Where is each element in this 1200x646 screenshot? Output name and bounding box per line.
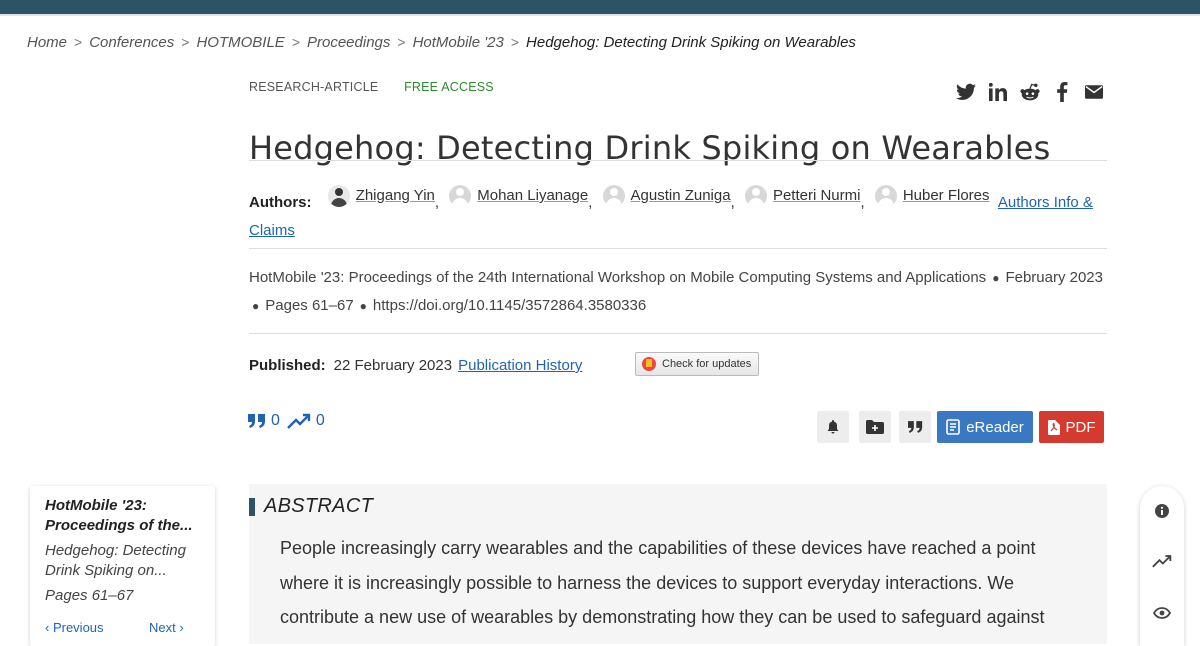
breadcrumb-conferences[interactable]: Conferences (89, 34, 174, 51)
previous-link[interactable]: ‹ Previous (45, 620, 104, 635)
linkedin-icon[interactable] (988, 82, 1008, 102)
author-name[interactable]: Huber Flores (903, 182, 990, 210)
side-tools-panel (1140, 486, 1184, 646)
breadcrumb-separator: > (181, 34, 190, 50)
bullet: ● (252, 299, 260, 313)
authors-label: Authors: (249, 194, 312, 211)
cite-button[interactable] (899, 411, 931, 443)
avatar (602, 185, 625, 207)
folder-plus-icon (866, 420, 884, 434)
author-item[interactable]: Mohan Liyanage (447, 182, 588, 210)
author-comma: , (730, 194, 735, 211)
publication-history-link[interactable]: Publication History (458, 357, 582, 374)
issue-navigation-card: HotMobile '23: Proceedings of the... Hed… (30, 486, 215, 646)
avatar (327, 185, 350, 207)
facebook-icon[interactable] (1052, 82, 1072, 102)
add-to-binder-button[interactable] (859, 411, 891, 443)
section-marker (249, 498, 255, 516)
pdf-button[interactable]: PDF (1039, 411, 1104, 443)
trending-up-icon[interactable] (1152, 551, 1172, 571)
breadcrumb: Home > Conferences > HOTMOBILE > Proceedings > H… (27, 34, 856, 51)
crossmark-icon (642, 357, 656, 371)
check-updates-label: Check for updates (662, 358, 752, 370)
avatar (874, 185, 897, 207)
pdf-file-icon (1047, 419, 1060, 435)
trending-up-icon (287, 413, 311, 429)
abstract-text: People increasingly carry wearables and … (280, 538, 1045, 627)
ereader-icon (946, 419, 961, 435)
email-icon[interactable] (1084, 82, 1104, 102)
bullet: ● (992, 271, 1000, 285)
divider (249, 333, 1107, 334)
header-divider (0, 14, 1200, 16)
breadcrumb-separator: > (510, 34, 520, 50)
download-count[interactable]: 0 (287, 412, 325, 430)
info-icon[interactable] (1152, 501, 1172, 521)
author-item[interactable]: Petteri Nurmi (743, 182, 861, 210)
metrics: 0 0 (248, 412, 332, 430)
divider (249, 160, 1107, 161)
divider (249, 248, 1107, 249)
article-type: RESEARCH-ARTICLE (249, 80, 379, 94)
author-comma: , (588, 194, 593, 211)
citation-count[interactable]: 0 (248, 412, 280, 430)
proceedings-link[interactable]: HotMobile '23: Proceedings of the 24th I… (249, 269, 986, 286)
breadcrumb-hotmobile-23[interactable]: HotMobile '23 (413, 34, 504, 51)
quote-icon (907, 421, 922, 433)
author-comma: , (434, 194, 440, 211)
breadcrumb-separator: > (291, 34, 300, 50)
pdf-label: PDF (1065, 418, 1096, 436)
author-comma: , (860, 194, 865, 211)
publication-info: HotMobile '23: Proceedings of the 24th I… (249, 264, 1119, 320)
reddit-icon[interactable] (1020, 82, 1040, 102)
published-date: 22 February 2023 (333, 357, 453, 374)
quote-icon (248, 414, 265, 428)
breadcrumb-separator: > (74, 34, 83, 50)
bullet: ● (359, 299, 367, 313)
share-toolbar (956, 82, 1104, 102)
avatar (449, 185, 472, 207)
alert-button[interactable] (817, 411, 849, 443)
author-name[interactable]: Petteri Nurmi (773, 182, 861, 210)
check-for-updates-button[interactable]: Check for updates (635, 352, 759, 376)
ereader-label: eReader (966, 418, 1024, 436)
breadcrumb-proceedings[interactable]: Proceedings (307, 34, 390, 51)
chevron-right-icon: › (175, 620, 184, 635)
publication-date: February 2023 (1005, 269, 1103, 286)
doi-link[interactable]: https://doi.org/10.1145/3572864.3580336 (373, 297, 646, 314)
author-name[interactable]: Agustin Zuniga (631, 182, 731, 210)
chevron-left-icon: ‹ (45, 620, 53, 635)
eye-icon[interactable] (1152, 603, 1172, 623)
sidecard-proceedings[interactable]: HotMobile '23: Proceedings of the... (45, 496, 205, 536)
article-title: Hedgehog: Detecting Drink Spiking on Wea… (249, 129, 1051, 168)
free-access-badge: FREE ACCESS (404, 80, 494, 94)
author-item[interactable]: Zhigang Yin (326, 182, 435, 210)
author-name[interactable]: Mohan Liyanage (477, 182, 588, 210)
breadcrumb-current: Hedgehog: Detecting Drink Spiking on Wea… (526, 34, 856, 51)
authors-section: Authors: Zhigang Yin, Mohan Liyanage, Ag… (249, 182, 1107, 245)
breadcrumb-separator: > (397, 34, 406, 50)
breadcrumb-hotmobile[interactable]: HOTMOBILE (196, 34, 284, 51)
author-item[interactable]: Agustin Zuniga (601, 182, 731, 210)
bell-icon (827, 420, 839, 434)
article-meta: RESEARCH-ARTICLE FREE ACCESS (249, 80, 494, 94)
sidecard-pages: Pages 61–67 (45, 587, 134, 604)
abstract-section: ABSTRACT People increasingly carry weara… (249, 484, 1107, 644)
author-item[interactable]: Huber Flores (873, 182, 990, 210)
breadcrumb-home[interactable]: Home (27, 34, 67, 51)
avatar (744, 185, 767, 207)
site-header-bar (0, 0, 1200, 14)
twitter-icon[interactable] (956, 82, 976, 102)
author-name[interactable]: Zhigang Yin (356, 182, 435, 210)
page-range: Pages 61–67 (265, 297, 354, 314)
sidecard-title: Hedgehog: Detecting Drink Spiking on... (45, 542, 186, 579)
published-row: Published: 22 February 2023 Publication Hi… (249, 357, 582, 374)
published-label: Published: (249, 357, 326, 374)
abstract-heading: ABSTRACT (264, 495, 374, 517)
next-link[interactable]: Next › (149, 620, 184, 635)
ereader-button[interactable]: eReader (937, 411, 1033, 443)
